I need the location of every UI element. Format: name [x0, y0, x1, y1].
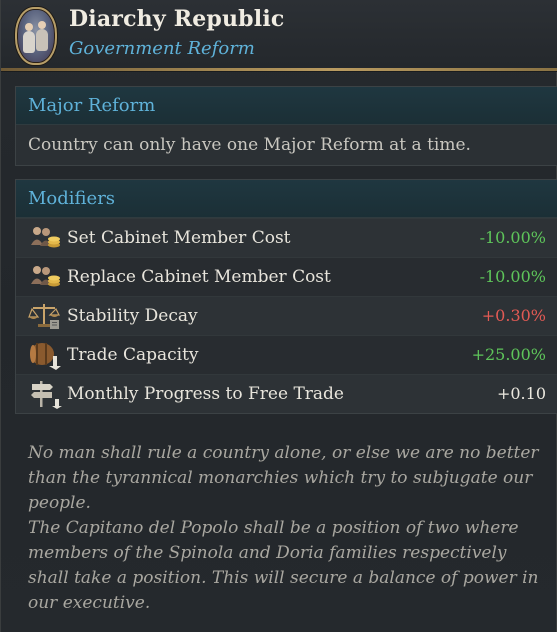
major-reform-section: Major Reform Country can only have one M… [15, 86, 557, 166]
modifier-value: +25.00% [471, 345, 546, 364]
modifier-value: -10.00% [479, 228, 546, 247]
modifier-row-trade-capacity[interactable]: Trade Capacity +25.00% [16, 335, 557, 374]
flavor-text: No man shall rule a country alone, or el… [28, 441, 548, 616]
cabinet-cost-icon [31, 227, 60, 248]
header-divider [1, 68, 557, 71]
tooltip-header: Diarchy Republic Government Reform [1, 0, 557, 68]
modifier-label: Replace Cabinet Member Cost [67, 267, 331, 287]
cabinet-cost-icon [31, 266, 60, 287]
free-trade-signpost-icon [31, 381, 62, 409]
government-reform-tooltip: Diarchy Republic Government Reform Major… [0, 0, 557, 632]
modifier-row-monthly-progress-to-free-trade[interactable]: Monthly Progress to Free Trade +0.10 [16, 374, 557, 413]
modifiers-list: Set Cabinet Member Cost -10.00% Replace … [16, 218, 557, 413]
modifier-value: +0.10 [496, 384, 546, 403]
modifier-value: -10.00% [479, 267, 546, 286]
trade-barrel-icon [30, 343, 61, 370]
modifier-label: Monthly Progress to Free Trade [67, 384, 344, 404]
stability-scales-icon [28, 304, 60, 329]
reform-type-subtitle: Government Reform [69, 38, 255, 59]
modifier-row-replace-cabinet-member-cost[interactable]: Replace Cabinet Member Cost -10.00% [16, 257, 557, 296]
modifier-row-stability-decay[interactable]: Stability Decay +0.30% [16, 296, 557, 335]
modifier-value: +0.30% [481, 306, 546, 325]
modifier-label: Trade Capacity [67, 345, 199, 365]
modifier-label: Stability Decay [67, 306, 198, 326]
modifiers-section: Modifiers Set Cabinet Member Cost -10.00… [15, 179, 557, 414]
diarchy-portrait-icon [15, 7, 57, 65]
flavor-paragraph-2: The Capitano del Popolo shall be a posit… [28, 518, 539, 613]
reform-title: Diarchy Republic [69, 6, 285, 32]
major-reform-heading: Major Reform [16, 87, 557, 125]
modifiers-heading: Modifiers [16, 180, 557, 218]
major-reform-description: Country can only have one Major Reform a… [28, 135, 471, 155]
modifier-row-set-cabinet-member-cost[interactable]: Set Cabinet Member Cost -10.00% [16, 218, 557, 257]
flavor-paragraph-1: No man shall rule a country alone, or el… [28, 443, 539, 513]
modifier-label: Set Cabinet Member Cost [67, 228, 291, 248]
